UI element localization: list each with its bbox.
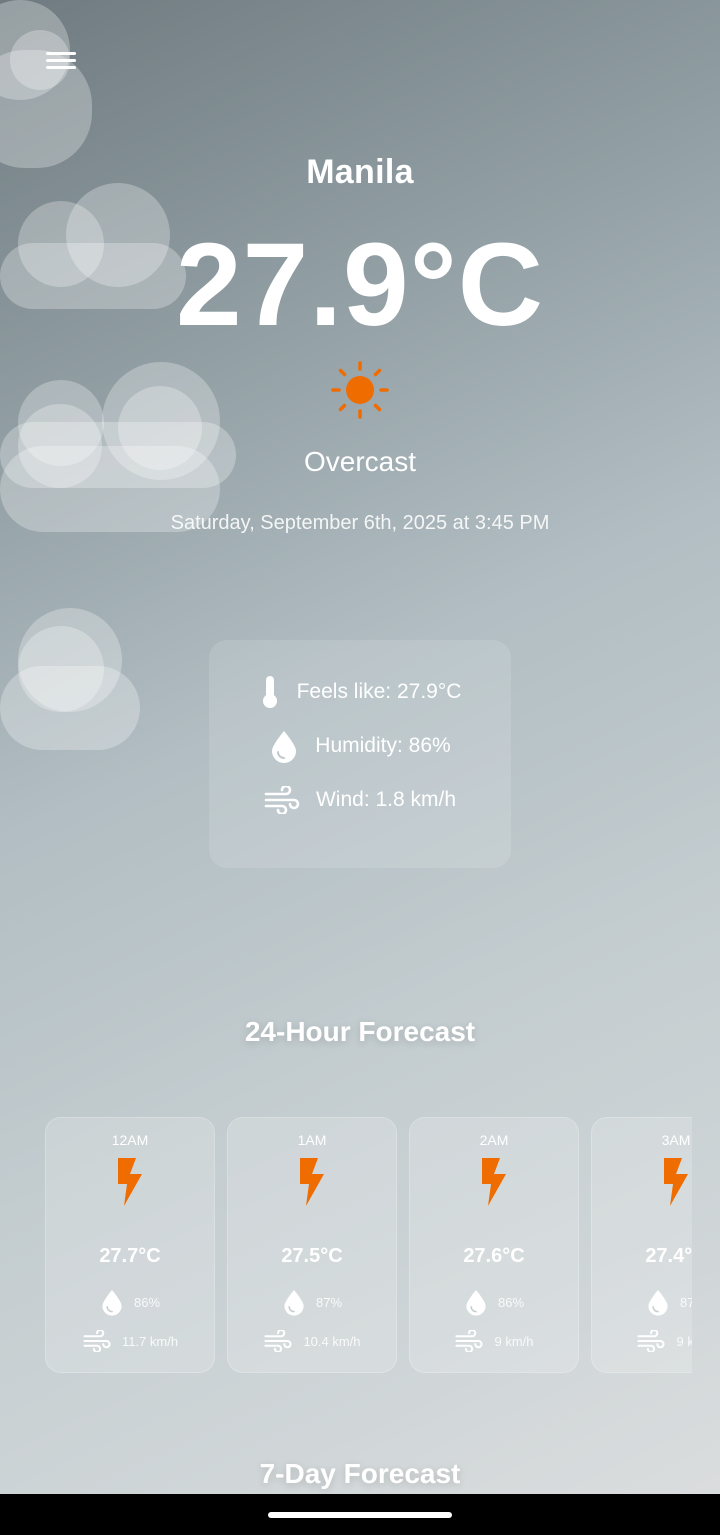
city-name: Manila xyxy=(306,153,414,191)
water-drop-icon xyxy=(102,1290,122,1316)
water-drop-icon xyxy=(272,731,297,763)
water-drop-icon xyxy=(466,1290,486,1316)
hour-label: 12AM xyxy=(111,1132,149,1148)
wind-icon xyxy=(637,1330,666,1352)
hourly-forecast-card[interactable]: 2AM 27.6°C 86% 9 km/h xyxy=(409,1117,579,1373)
hour-label: 2AM xyxy=(479,1132,509,1148)
hour-wind-row: 11.7 km/h xyxy=(46,1330,214,1352)
hour-temperature: 27.6°C xyxy=(463,1245,525,1267)
hourly-forecast-card[interactable]: 3AM 27.4°C 87% 9 km/h xyxy=(591,1117,692,1373)
hour-wind: 10.4 km/h xyxy=(303,1333,361,1349)
lightning-icon xyxy=(300,1158,324,1206)
hour-humidity: 86% xyxy=(133,1294,161,1310)
hour-wind-row: 10.4 km/h xyxy=(228,1330,396,1352)
hourly-forecast-scroller[interactable]: 12AM 27.7°C 86% 11.7 km/h 1AM 27.5°C 87%… xyxy=(45,1117,692,1373)
humidity-text: Humidity: 86% xyxy=(315,734,451,757)
hour-humidity-row: 87% xyxy=(592,1288,692,1316)
hour-humidity: 87% xyxy=(315,1294,343,1310)
feels-like-row: Feels like: 27.9°C xyxy=(209,672,511,712)
wind-icon xyxy=(83,1330,111,1352)
background-cloud xyxy=(0,0,100,170)
hour-temperature: 27.4°C xyxy=(645,1245,692,1267)
hourly-forecast-card[interactable]: 1AM 27.5°C 87% 10.4 km/h xyxy=(227,1117,397,1373)
hourly-forecast-title: 24-Hour Forecast xyxy=(244,1016,476,1047)
water-drop-icon xyxy=(648,1290,668,1316)
home-gesture-handle[interactable] xyxy=(268,1512,452,1518)
menu-button[interactable] xyxy=(35,40,87,82)
hour-wind: 9 km/h xyxy=(676,1333,692,1349)
lightning-icon xyxy=(664,1158,688,1206)
hour-humidity: 86% xyxy=(497,1294,525,1310)
sun-icon xyxy=(330,360,390,420)
wind-icon xyxy=(455,1330,484,1352)
hour-wind: 9 km/h xyxy=(494,1333,534,1349)
background-cloud xyxy=(0,608,140,750)
wind-icon xyxy=(264,786,300,814)
hour-wind-row: 9 km/h xyxy=(410,1330,578,1352)
lightning-icon xyxy=(118,1158,142,1206)
hourly-forecast-card[interactable]: 12AM 27.7°C 86% 11.7 km/h xyxy=(45,1117,215,1373)
hour-temperature: 27.5°C xyxy=(281,1245,343,1267)
wind-icon xyxy=(264,1330,293,1352)
hour-humidity: 87% xyxy=(679,1294,692,1310)
hour-humidity-row: 86% xyxy=(46,1288,214,1316)
hour-temperature: 27.7°C xyxy=(99,1245,161,1267)
hour-humidity-row: 86% xyxy=(410,1288,578,1316)
wind-text: Wind: 1.8 km/h xyxy=(315,788,457,811)
daily-forecast-title: 7-Day Forecast xyxy=(259,1458,461,1489)
hour-wind-row: 9 km/h xyxy=(592,1330,692,1352)
hour-wind: 11.7 km/h xyxy=(121,1333,179,1349)
lightning-icon xyxy=(482,1158,506,1206)
weather-details-card: Feels like: 27.9°C Humidity: 86% Wind: 1… xyxy=(209,640,511,868)
current-temperature: 27.9°C xyxy=(175,219,545,351)
wind-row: Wind: 1.8 km/h xyxy=(209,780,511,820)
hour-label: 3AM xyxy=(661,1132,691,1148)
water-drop-icon xyxy=(284,1290,304,1316)
weather-condition: Overcast xyxy=(303,446,417,477)
hour-label: 1AM xyxy=(297,1132,327,1148)
thermometer-icon xyxy=(262,676,277,708)
humidity-row: Humidity: 86% xyxy=(209,726,511,766)
last-updated-datetime: Saturday, September 6th, 2025 at 3:45 PM xyxy=(170,512,550,534)
hour-humidity-row: 87% xyxy=(228,1288,396,1316)
feels-like-text: Feels like: 27.9°C xyxy=(296,680,462,703)
